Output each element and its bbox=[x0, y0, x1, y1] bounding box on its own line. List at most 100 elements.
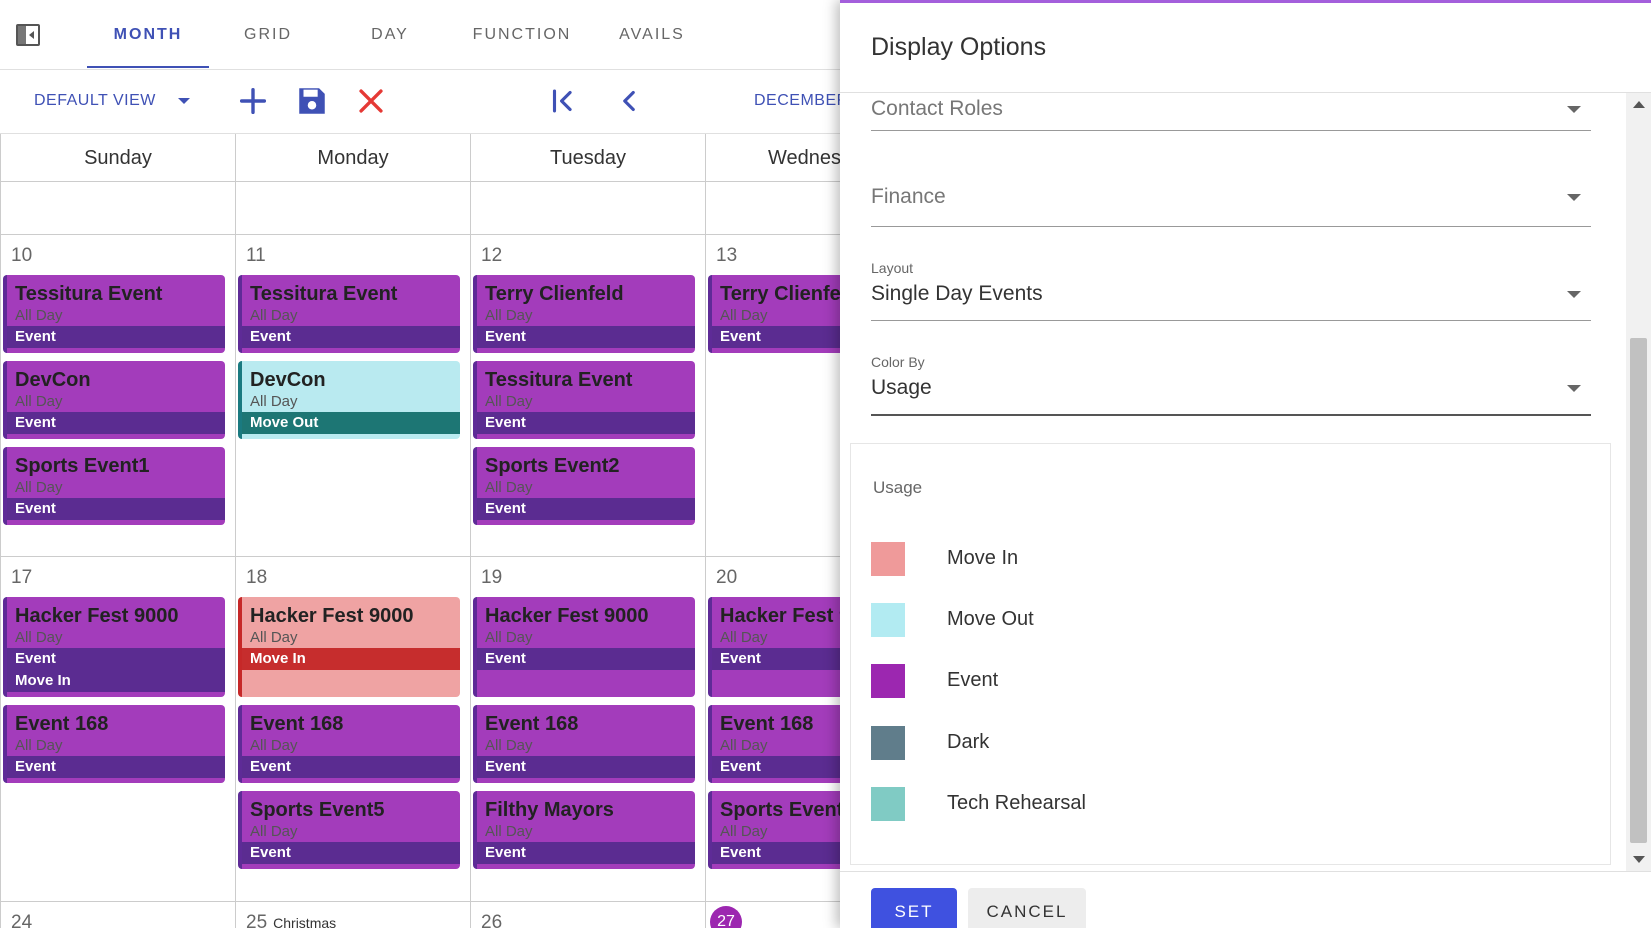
contact-roles-placeholder: Contact Roles bbox=[871, 97, 1003, 120]
event-usage-badge: Event bbox=[712, 756, 840, 778]
day-number-value: 24 bbox=[11, 912, 33, 928]
calendar-day-cell[interactable] bbox=[235, 182, 471, 234]
scroll-up-icon[interactable] bbox=[1633, 101, 1645, 108]
event-usage-badge: Event bbox=[477, 498, 695, 520]
calendar-day-cell[interactable]: 24 bbox=[0, 902, 236, 928]
calendar-day-cell[interactable]: 20 Hacker Fest 9 All Day Event Event 168 All … bbox=[705, 557, 840, 901]
calendar-day-cell[interactable] bbox=[470, 182, 706, 234]
layout-select[interactable]: Layout Single Day Events bbox=[871, 260, 1591, 321]
event-time: All Day bbox=[250, 823, 298, 840]
weekday-label: Monday bbox=[235, 134, 471, 182]
event-time: All Day bbox=[720, 629, 768, 646]
tab-month[interactable]: MONTH bbox=[87, 0, 209, 68]
calendar-day-cell[interactable]: 26 bbox=[470, 902, 706, 928]
event-card[interactable]: Event 168 All Day Event bbox=[238, 705, 460, 783]
calendar-day-cell[interactable]: 19 Hacker Fest 9000 All Day Event Event 168 A… bbox=[470, 557, 706, 901]
weekday-header: Sunday Monday Tuesday Wednes bbox=[0, 134, 840, 182]
chevron-down-icon[interactable] bbox=[178, 98, 190, 104]
day-number-value: 17 bbox=[11, 567, 33, 588]
event-title: Tessitura Event bbox=[15, 283, 163, 305]
calendar-day-cell[interactable]: 13 Terry Clienfe All Day Event bbox=[705, 235, 840, 556]
day-number-value: 19 bbox=[481, 567, 503, 588]
scroll-down-icon[interactable] bbox=[1633, 856, 1645, 863]
event-card[interactable]: DevCon All Day Move Out bbox=[238, 361, 460, 439]
legend-label: Move In bbox=[947, 547, 1019, 569]
finance-select[interactable]: Finance bbox=[871, 185, 1591, 227]
event-card[interactable]: Sports Event5 All Day Event bbox=[238, 791, 460, 869]
event-card[interactable]: Sports Event All Day Event bbox=[708, 791, 840, 869]
event-title: Hacker Fest 9000 bbox=[250, 605, 414, 627]
event-card[interactable]: Event 168 All Day Event bbox=[473, 705, 695, 783]
day-number: 25 Christmas bbox=[246, 912, 336, 928]
event-card[interactable]: Sports Event1 All Day Event bbox=[3, 447, 225, 525]
event-usage-badge: Event bbox=[7, 326, 225, 348]
event-time: All Day bbox=[15, 737, 63, 754]
event-card[interactable]: Terry Clienfeld All Day Event bbox=[473, 275, 695, 353]
chevron-left-icon[interactable] bbox=[612, 84, 646, 118]
event-time: All Day bbox=[15, 479, 63, 496]
calendar-day-cell[interactable]: 27 bbox=[705, 902, 840, 928]
calendar-day-cell[interactable]: 11 Tessitura Event All Day Event DevCon All D… bbox=[235, 235, 471, 556]
current-month-label[interactable]: DECEMBER bbox=[754, 92, 849, 110]
calendar-day-cell[interactable] bbox=[0, 182, 236, 234]
event-time: All Day bbox=[720, 307, 768, 324]
month-calendar: Sunday Monday Tuesday Wednes 10 Tessitura… bbox=[0, 134, 840, 928]
calendar-day-cell[interactable]: 10 Tessitura Event All Day Event DevCon All D… bbox=[0, 235, 236, 556]
tab-grid[interactable]: GRID bbox=[213, 0, 323, 68]
event-time: All Day bbox=[485, 823, 533, 840]
cancel-button[interactable]: CANCEL bbox=[968, 888, 1086, 928]
display-options-panel: Display Options Contact Roles Finance La… bbox=[840, 0, 1651, 928]
calendar-day-cell[interactable]: 17 Hacker Fest 9000 All Day Event Move In Eve… bbox=[0, 557, 236, 901]
calendar-day-cell[interactable]: 18 Hacker Fest 9000 All Day Move In Event 16… bbox=[235, 557, 471, 901]
legend-label: Move Out bbox=[947, 608, 1034, 630]
first-page-icon[interactable] bbox=[546, 84, 580, 118]
day-number-value: 18 bbox=[246, 567, 268, 588]
legend-title: Usage bbox=[873, 478, 923, 497]
sidebar-toggle-icon[interactable] bbox=[16, 24, 40, 46]
tab-day[interactable]: DAY bbox=[335, 0, 445, 68]
event-usage-badge: Event bbox=[477, 412, 695, 434]
day-number: 18 bbox=[246, 567, 267, 589]
event-card[interactable]: Terry Clienfe All Day Event bbox=[708, 275, 840, 353]
event-usage-badge: Event bbox=[712, 842, 840, 864]
event-card[interactable]: Event 168 All Day Event bbox=[708, 705, 840, 783]
event-usage-badge: Move In bbox=[242, 648, 460, 670]
day-number: 26 bbox=[481, 912, 502, 928]
event-card[interactable]: Sports Event2 All Day Event bbox=[473, 447, 695, 525]
panel-scrollbar[interactable] bbox=[1626, 93, 1651, 871]
event-title: Event 168 bbox=[485, 713, 579, 735]
weekday-label: Tuesday bbox=[470, 134, 706, 182]
event-card[interactable]: Tessitura Event All Day Event bbox=[3, 275, 225, 353]
event-card[interactable]: Tessitura Event All Day Event bbox=[473, 361, 695, 439]
add-icon[interactable] bbox=[236, 84, 270, 118]
calendar-day-cell[interactable] bbox=[705, 182, 840, 234]
event-card[interactable]: DevCon All Day Event bbox=[3, 361, 225, 439]
calendar-day-cell[interactable]: 25 Christmas bbox=[235, 902, 471, 928]
event-card[interactable]: Tessitura Event All Day Event bbox=[238, 275, 460, 353]
event-time: All Day bbox=[720, 737, 768, 754]
scrollbar-thumb[interactable] bbox=[1630, 338, 1647, 843]
color-by-select[interactable]: Color By Usage bbox=[871, 354, 1591, 416]
view-select[interactable]: DEFAULT VIEW bbox=[34, 92, 156, 110]
event-card[interactable]: Hacker Fest 9000 All Day Move In bbox=[238, 597, 460, 697]
save-icon[interactable] bbox=[295, 84, 329, 118]
event-card[interactable]: Filthy Mayors All Day Event bbox=[473, 791, 695, 869]
day-number: 20 bbox=[716, 567, 737, 589]
calendar-day-cell[interactable]: 12 Terry Clienfeld All Day Event Tessitura E… bbox=[470, 235, 706, 556]
event-card[interactable]: Hacker Fest 9000 All Day Event Move In bbox=[3, 597, 225, 697]
event-card[interactable]: Hacker Fest 9000 All Day Event bbox=[473, 597, 695, 697]
tab-avails[interactable]: AVAILS bbox=[594, 0, 710, 68]
event-usage-badge: Event bbox=[242, 756, 460, 778]
event-usage-badge: Event bbox=[477, 326, 695, 348]
event-title: DevCon bbox=[15, 369, 91, 391]
close-icon[interactable] bbox=[354, 84, 388, 118]
contact-roles-select[interactable]: Contact Roles bbox=[871, 93, 1591, 131]
day-number: 11 bbox=[246, 245, 266, 267]
event-card[interactable]: Event 168 All Day Event bbox=[3, 705, 225, 783]
set-button[interactable]: SET bbox=[871, 888, 957, 928]
tab-function[interactable]: FUNCTION bbox=[459, 0, 585, 68]
layout-label: Layout bbox=[871, 260, 914, 276]
event-usage-badge: Event bbox=[712, 648, 840, 670]
event-card[interactable]: Hacker Fest 9 All Day Event bbox=[708, 597, 840, 697]
calendar-week: 24 25 Christmas 26 27 bbox=[0, 902, 840, 928]
